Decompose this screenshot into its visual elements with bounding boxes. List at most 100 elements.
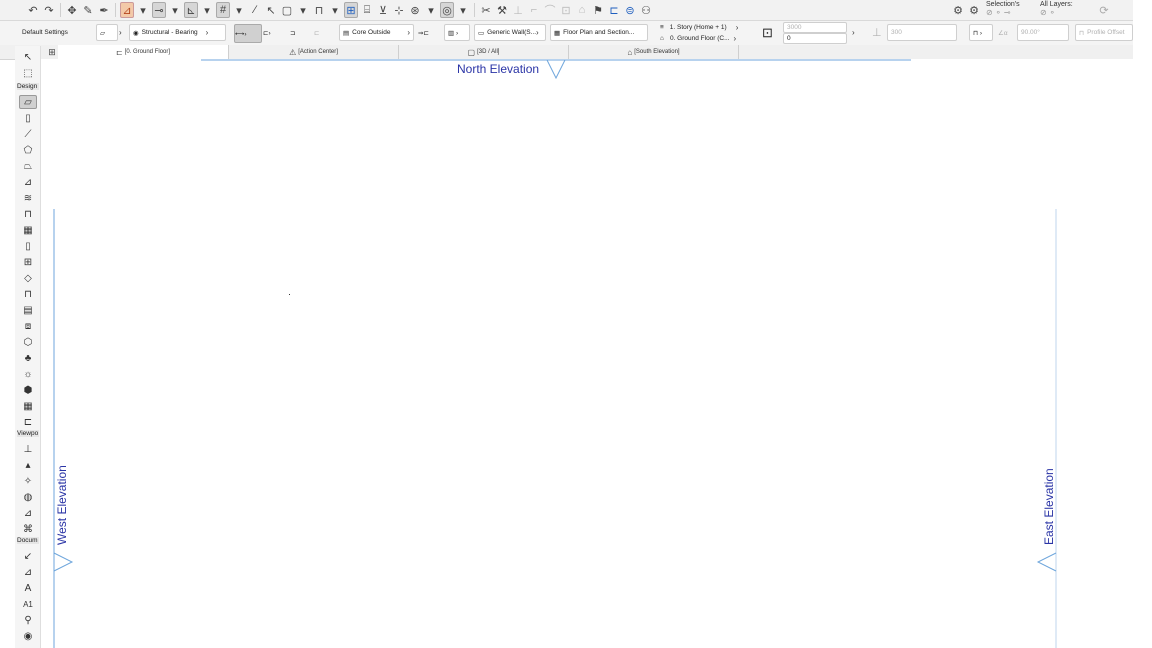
syringe-icon[interactable]: ✒ (97, 2, 111, 18)
wall-slant-button[interactable]: ⊓ › (969, 24, 993, 41)
chevron-down-icon[interactable]: ▾ (232, 2, 246, 18)
line-icon[interactable]: ∕ (248, 2, 262, 18)
publish-icon[interactable]: ⊜ (623, 2, 637, 18)
text-tool-icon[interactable]: A (19, 581, 37, 595)
shell-tool-icon[interactable]: ⊿ (19, 175, 37, 189)
section-tool-icon[interactable]: ⊥ (19, 442, 37, 456)
railing-tool-icon[interactable]: ⊓ (19, 207, 37, 221)
beam-tool-icon[interactable]: ⟋ (19, 127, 37, 141)
tab-3d-all[interactable]: ▢ [3D / All] (399, 45, 569, 59)
chevron-down-icon[interactable]: ▾ (168, 2, 182, 18)
geometry-method-button[interactable]: ▱ (96, 24, 118, 41)
object-tool-icon[interactable]: ⊓ (19, 287, 37, 301)
reference-line-select[interactable]: ▤ Core Outside › (339, 24, 414, 41)
floor-plan-section-select[interactable]: ▦ Floor Plan and Section... (550, 24, 648, 41)
lamp-tool-icon[interactable]: ☼ (19, 367, 37, 381)
layout-icon[interactable]: ⊏ (607, 2, 621, 18)
slanted-wall-button[interactable]: ⊏ (314, 24, 319, 41)
tab-ground-floor[interactable]: ⊏ [0. Ground Floor] (58, 45, 229, 59)
default-settings-label[interactable]: Default Settings (22, 24, 68, 41)
grid-snap-icon[interactable]: # (216, 2, 230, 18)
detail-tool-icon[interactable]: ✧ (19, 474, 37, 488)
align-icon[interactable]: ⊻ (376, 2, 390, 18)
guide-lines-icon[interactable]: ⊿ (120, 2, 134, 18)
worksheet-tool-icon[interactable]: ◍ (19, 490, 37, 504)
layer-visibility-icons[interactable]: ⊘ ⚬ (1040, 9, 1073, 17)
zone-tool-icon[interactable]: ▤ (19, 303, 37, 317)
east-elevation-label[interactable]: East Elevation (1042, 468, 1056, 545)
wall-tool-icon[interactable]: ▱ (19, 95, 37, 109)
top-story-field[interactable]: ≡ 1. Story (Home + 1) › (660, 22, 738, 33)
scissors-icon[interactable]: ✂ (479, 2, 493, 18)
undo-icon[interactable]: ↶ (26, 2, 40, 18)
layer-tools-icon[interactable]: ⚙ (951, 2, 965, 18)
chevron-down-icon[interactable]: ▾ (424, 2, 438, 18)
trace-icon[interactable]: ◎ (440, 2, 454, 18)
marker-tool-icon[interactable]: ⚲ (19, 613, 37, 627)
eyedropper-icon[interactable]: ✎ (81, 2, 95, 18)
stair-tool-icon[interactable]: ≋ (19, 191, 37, 205)
morph-tool-icon[interactable]: ⬡ (19, 335, 37, 349)
arrow-tool-icon[interactable]: ↖ (19, 50, 37, 64)
chevron-down-icon[interactable]: ▾ (328, 2, 342, 18)
viewpoint-section-label[interactable]: Viewpo (17, 430, 39, 437)
magic-wand-icon[interactable]: ⚒ (495, 2, 509, 18)
north-elevation-label[interactable]: North Elevation (457, 62, 539, 76)
chevron-down-icon[interactable]: ▾ (296, 2, 310, 18)
marquee-icon[interactable]: ▢ (280, 2, 294, 18)
relative-construction-icon[interactable]: ⊾ (184, 2, 198, 18)
arrow-select-icon[interactable]: ↖ (264, 2, 278, 18)
dimension-tool-icon[interactable]: ↙ (19, 549, 37, 563)
tab-south-elevation[interactable]: ⌂ [South Elevation] (569, 45, 739, 59)
tab-overview-icon[interactable]: ⊞ (45, 44, 59, 60)
curved-wall-method-button[interactable]: ⊏› (263, 24, 271, 41)
redo-icon[interactable]: ↷ (42, 2, 56, 18)
composite-select[interactable]: ▭ Generic Wall(S... › (474, 24, 546, 41)
chevron-down-icon[interactable]: ▾ (456, 2, 470, 18)
change-tool-icon[interactable]: ⊿ (19, 506, 37, 520)
selection-visibility-icons[interactable]: ⊘ ⚬ ⊸ (986, 9, 1020, 17)
elevation-tool-icon[interactable]: ▴ (19, 458, 37, 472)
mesh-tool-icon[interactable]: ⧈ (19, 319, 37, 333)
roof-tool-icon[interactable]: ⏢ (19, 159, 37, 173)
section-icon[interactable]: ⌸ (360, 2, 374, 18)
chevron-down-icon[interactable]: ▾ (136, 2, 150, 18)
camera-tool-icon[interactable]: ⌘ (19, 522, 37, 536)
suspend-groups-icon[interactable]: ⊞ (344, 2, 358, 18)
tab-action-center[interactable]: ⚠ [Action Center] (229, 45, 399, 59)
3d-object-tool-icon[interactable]: ⬢ (19, 383, 37, 397)
marquee-tool-icon[interactable]: ⬚ (19, 66, 37, 80)
height-input[interactable]: 3000 (783, 22, 847, 33)
straight-wall-method-button[interactable]: ⟷› (234, 24, 262, 43)
chevron-right-icon[interactable]: › (852, 24, 855, 41)
level-dimension-tool-icon[interactable]: ⊿ (19, 565, 37, 579)
skylight-tool-icon[interactable]: ◇ (19, 271, 37, 285)
slab-tool-icon[interactable]: ⬠ (19, 143, 37, 157)
flag-icon[interactable]: ⚑ (591, 2, 605, 18)
lock-icon[interactable]: ⊓ (312, 2, 326, 18)
building-material-button[interactable]: ▥ › (444, 24, 470, 41)
flip-direction-button[interactable]: ⇒⊏ (418, 24, 429, 41)
teamwork-icon[interactable]: ⚇ (639, 2, 653, 18)
chevron-down-icon[interactable]: ▾ (200, 2, 214, 18)
distribute-icon[interactable]: ⊹ (392, 2, 406, 18)
column-tool-icon[interactable]: ▯ (19, 111, 37, 125)
structural-function-select[interactable]: ◉ Structural - Bearing › (129, 24, 226, 41)
pet-palette-icon[interactable]: ✥ (65, 2, 79, 18)
fill-tool-icon[interactable]: ◉ (19, 629, 37, 643)
window-tool-icon[interactable]: ⊞ (19, 255, 37, 269)
thickness-input[interactable]: 300 (887, 24, 957, 41)
design-section-label[interactable]: Design (17, 83, 39, 90)
home-story-field[interactable]: ⌂ 0. Ground Floor (C... › (660, 33, 736, 44)
layer-combination-icon[interactable]: ⚙ (967, 2, 981, 18)
door-tool-icon[interactable]: ▯ (19, 239, 37, 253)
offset-input[interactable]: 0 (783, 33, 847, 44)
layout-tool-icon[interactable]: ⊏ (19, 415, 37, 429)
snap-guides-icon[interactable]: ⊸ (152, 2, 166, 18)
curtain-wall-tool-icon[interactable]: ▦ (19, 223, 37, 237)
label-tool-icon[interactable]: A1 (19, 597, 37, 611)
profile-offset-button[interactable]: ⊓ Profile Offset (1075, 24, 1133, 41)
grid-tool-icon[interactable]: ▦ (19, 399, 37, 413)
chevron-right-icon[interactable]: › (119, 24, 122, 41)
document-section-label[interactable]: Docum (17, 537, 39, 544)
